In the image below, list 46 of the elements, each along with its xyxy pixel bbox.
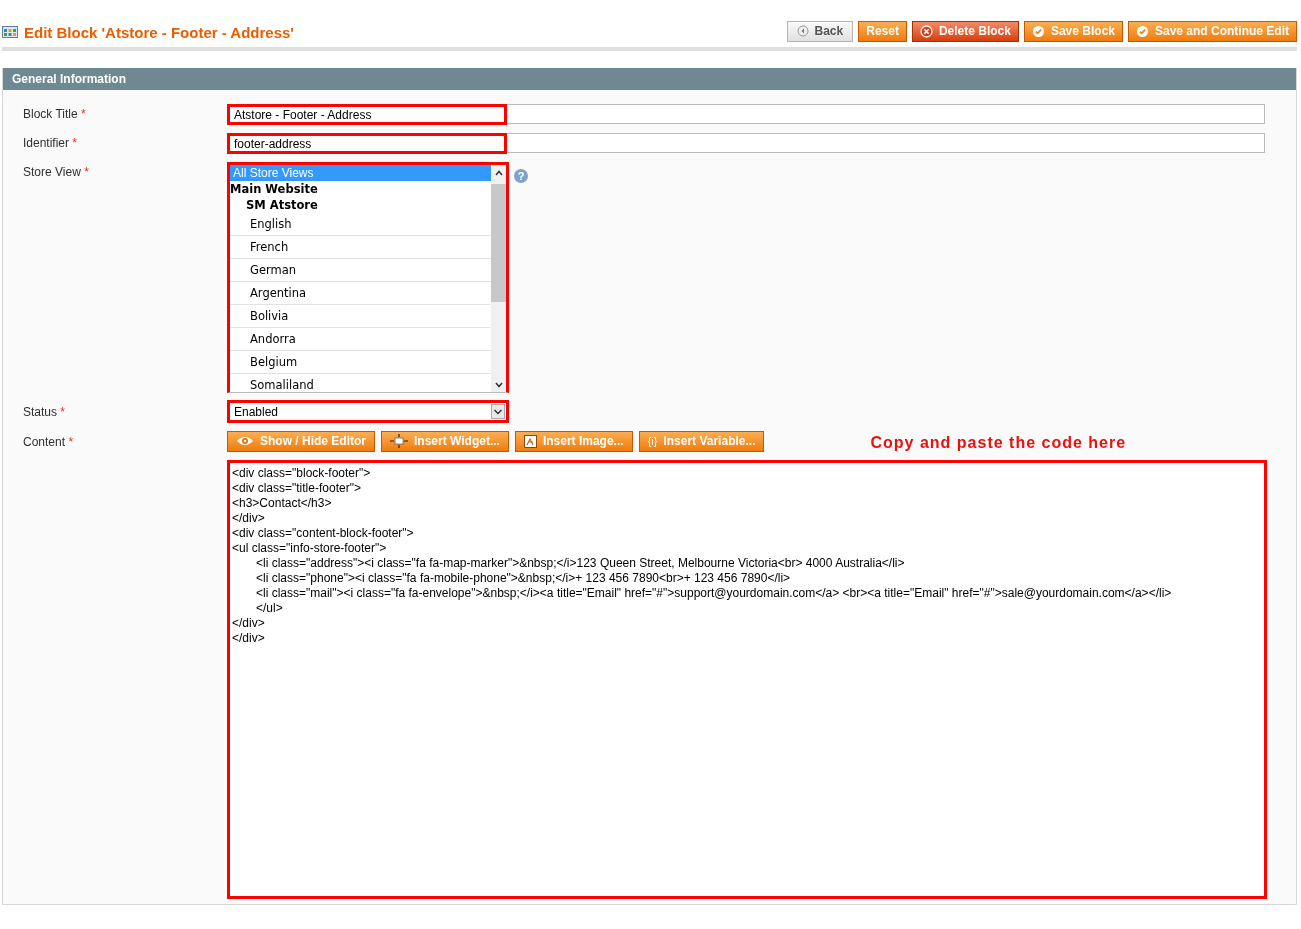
text-field[interactable]: footer-address xyxy=(227,133,507,154)
code-line: <div class="block-footer"> xyxy=(232,466,372,481)
code-line: </div> xyxy=(232,511,266,526)
list-option[interactable]: Main Website xyxy=(230,181,491,197)
page-title: Edit Block 'Atstore - Footer - Address' xyxy=(24,23,294,41)
delete-icon xyxy=(919,24,933,38)
image-icon xyxy=(523,434,537,448)
scroll-up-icon[interactable] xyxy=(492,168,505,178)
field-label: Store View * xyxy=(23,164,90,179)
code-line: </div> xyxy=(232,616,266,631)
checkmark-icon xyxy=(1136,24,1149,38)
eye-icon xyxy=(236,435,254,447)
code-line: <h3>Contact</h3> xyxy=(232,496,333,511)
store-view-listbox[interactable]: All Store Views Main Website SM Atstore English French German Argentina Bolivia Andorra Belgium Somaliland xyxy=(227,162,509,393)
code-line: </div> xyxy=(232,631,266,646)
variable-icon: {i} xyxy=(647,435,658,447)
field-label: Status * xyxy=(23,404,67,419)
section-header: General Information xyxy=(3,68,1296,90)
grid-icon xyxy=(2,26,18,38)
text-field[interactable]: Atstore - Footer - Address xyxy=(227,104,507,125)
code-line: <div class="content-block-footer"> xyxy=(232,526,415,541)
code-line: </ul> xyxy=(255,601,284,616)
code-line: <div class="title-footer"> xyxy=(232,481,362,496)
checkmark-icon xyxy=(1031,24,1045,38)
list-option[interactable]: Andorra xyxy=(230,328,491,351)
code-line: <li class="mail"><i class="fa fa-envelope">&nbsp;</i><a title="Email" href="#">support@yourdomain.com</a> <br><a title="Email" href="#">sale@yourdomain.com</a></li> xyxy=(255,586,1173,601)
field-label: Identifier * xyxy=(23,135,79,150)
code-line: <li class="phone"><i class="fa fa-mobile-phone">&nbsp;</i>+ 123 456 7890<br>+ 123 456 7890</li> xyxy=(255,571,792,586)
list-option[interactable]: Argentina xyxy=(230,282,491,305)
toolbar-button[interactable]: Back xyxy=(786,20,854,42)
list-option[interactable]: English xyxy=(230,213,491,236)
code-line: <li class="address"><i class="fa fa-map-marker">&nbsp;</i>123 Queen Street, Melbourne Victoria<br> 4000 Australia</li> xyxy=(255,556,906,571)
field-label: Content * xyxy=(23,434,75,449)
list-option[interactable]: German xyxy=(230,259,491,282)
field-label: Block Title * xyxy=(23,106,87,121)
scroll-down-icon[interactable] xyxy=(492,380,505,390)
list-option[interactable]: Belgium xyxy=(230,351,491,374)
widget-icon xyxy=(390,434,408,448)
code-line: <ul class="info-store-footer"> xyxy=(232,541,388,556)
list-option[interactable]: Bolivia xyxy=(230,305,491,328)
scrollbar-thumb[interactable] xyxy=(491,184,506,302)
status-select[interactable]: Enabled xyxy=(227,400,509,423)
list-option[interactable]: French xyxy=(230,236,491,259)
list-option[interactable]: SM Atstore xyxy=(230,197,491,213)
annotation-text: Copy and paste the code here xyxy=(870,433,1127,452)
code-textarea[interactable] xyxy=(227,460,1267,899)
